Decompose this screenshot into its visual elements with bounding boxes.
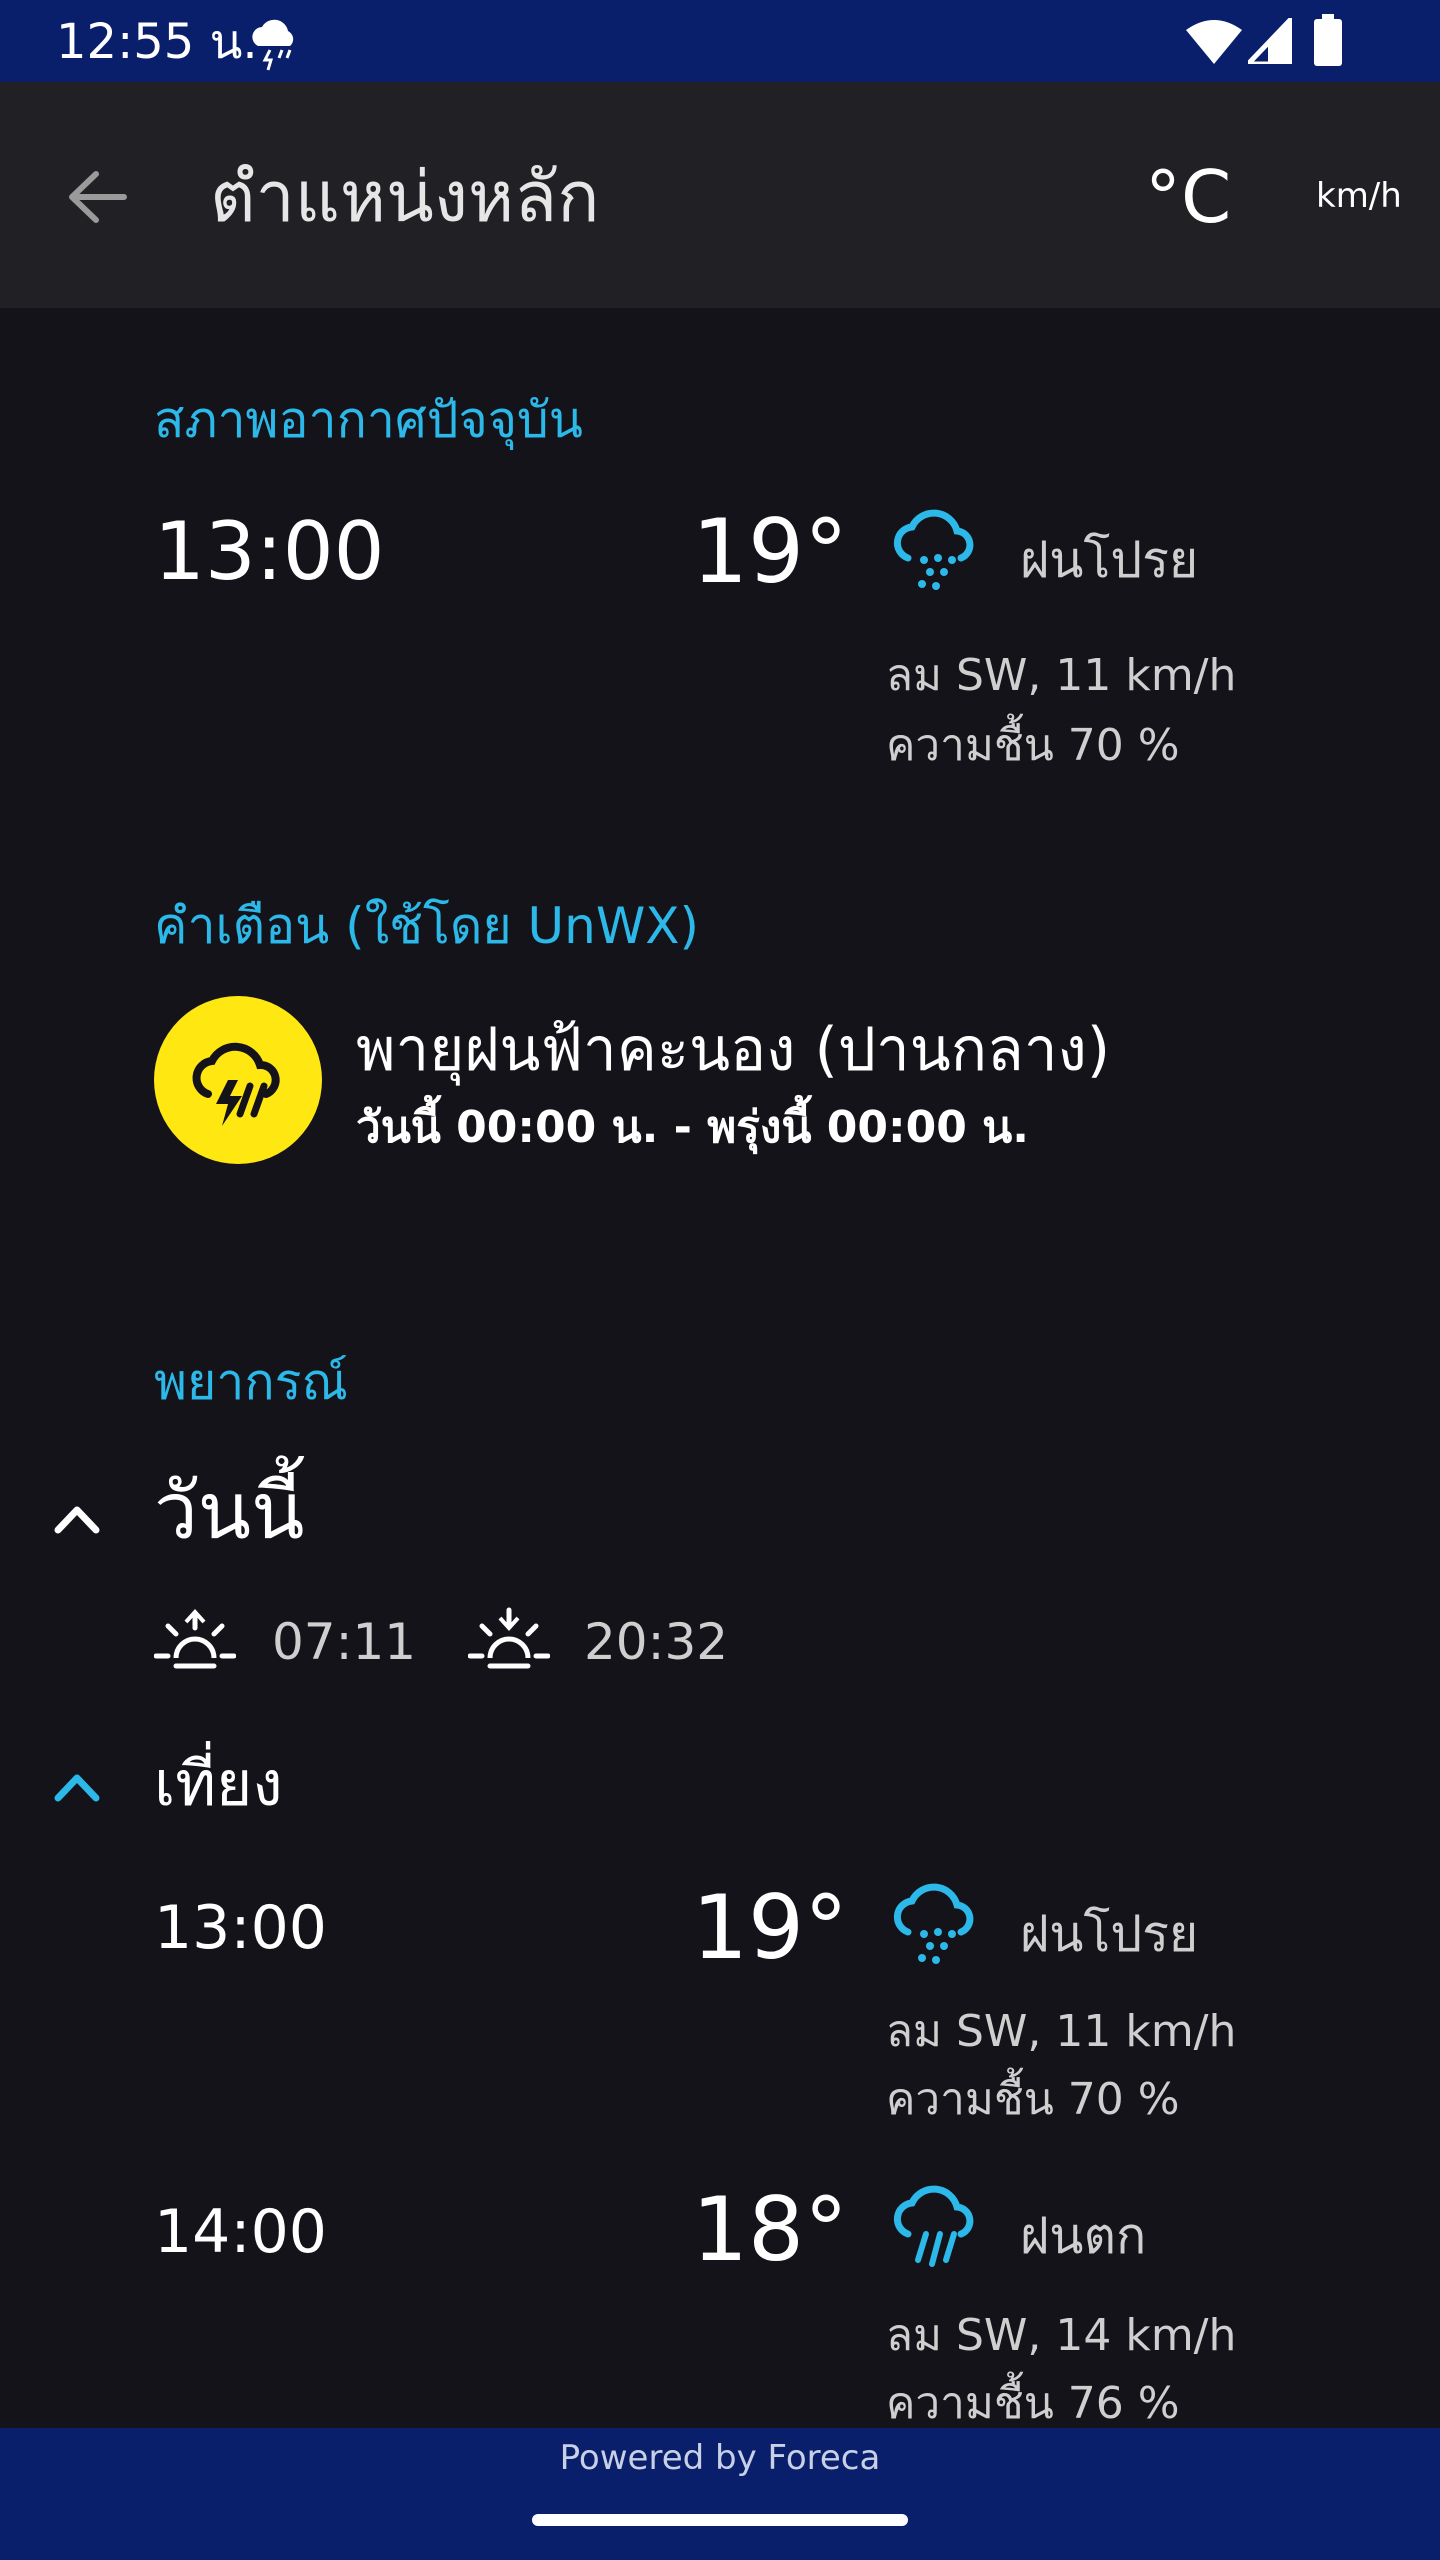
current-time: 13:00 — [154, 505, 385, 598]
forecast-row-condition: ฝนตก — [1020, 2207, 1147, 2265]
forecast-row-time: 14:00 — [154, 2197, 327, 2267]
page-title: ตำแหน่งหลัก — [210, 156, 600, 238]
drizzle-icon — [893, 509, 974, 590]
forecast-row-temperature: 18° — [692, 2178, 848, 2281]
forecast-row-temperature: 19° — [692, 1876, 848, 1979]
sunrise-time: 07:11 — [272, 1613, 417, 1671]
thunderstorm-icon — [192, 1042, 280, 1126]
warning-label: คำเตือน (ใช้โดย UnWX) — [154, 897, 700, 955]
forecast-row-wind: ลม SW, 14 km/h — [886, 2310, 1237, 2361]
forecast-row-time: 13:00 — [154, 1893, 327, 1963]
status-time: 12:55 น. — [56, 14, 258, 70]
forecast-label: พยากรณ์ — [154, 1353, 348, 1411]
forecast-row-humidity: ความชื้น 76 % — [886, 2378, 1180, 2429]
warning-icon-badge — [154, 996, 322, 1164]
footer-bar: Powered by Foreca — [0, 2428, 1440, 2560]
status-bar: 12:55 น. — [0, 0, 1440, 82]
period-title: เที่ยง — [154, 1747, 283, 1820]
rain-icon — [893, 2185, 974, 2267]
current-wind: ลม SW, 11 km/h — [886, 650, 1237, 701]
home-indicator[interactable] — [532, 2514, 908, 2526]
chevron-up-icon[interactable] — [54, 1502, 100, 1534]
battery-icon — [1314, 14, 1342, 66]
warning-period: วันนี้ 00:00 น. - พรุ่งนี้ 00:00 น. — [356, 1102, 1029, 1153]
current-temperature: 19° — [692, 500, 848, 603]
forecast-row-wind: ลม SW, 11 km/h — [886, 2006, 1237, 2057]
sunset-icon — [468, 1607, 550, 1669]
forecast-row-humidity: ความชื้น 70 % — [886, 2074, 1180, 2125]
thunderstorm-notification-icon — [252, 19, 294, 71]
sunrise-icon — [154, 1609, 236, 1669]
app-bar: ตำแหน่งหลัก °C km/h — [0, 82, 1440, 308]
temperature-unit-button[interactable]: °C — [1145, 154, 1231, 240]
sunset-time: 20:32 — [584, 1613, 729, 1671]
signal-icon — [1248, 18, 1292, 64]
current-condition: ฝนโปรย — [1020, 531, 1199, 589]
wind-unit-button[interactable]: km/h — [1316, 174, 1402, 218]
powered-by-text: Powered by Foreca — [559, 2438, 881, 2478]
day-title: วันนี้ — [154, 1467, 305, 1557]
drizzle-icon — [893, 1883, 974, 1964]
wifi-icon — [1186, 20, 1242, 64]
back-arrow-icon[interactable] — [66, 166, 128, 228]
chevron-up-icon[interactable] — [54, 1770, 100, 1802]
current-humidity: ความชื้น 70 % — [886, 720, 1180, 771]
warning-title: พายุฝนฟ้าคะนอง (ปานกลาง) — [356, 1015, 1111, 1085]
forecast-row-condition: ฝนโปรย — [1020, 1905, 1199, 1963]
current-weather-label: สภาพอากาศปัจจุบัน — [154, 391, 583, 449]
